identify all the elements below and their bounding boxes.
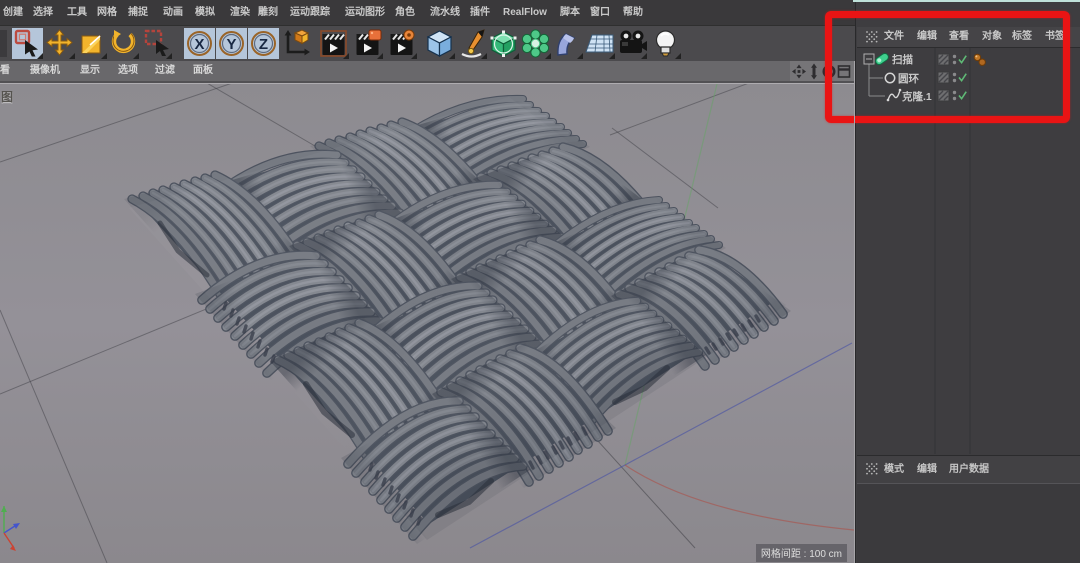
svg-text:Y: Y xyxy=(226,36,236,53)
svg-text:X: X xyxy=(194,36,204,53)
svg-text:Z: Z xyxy=(259,36,268,53)
